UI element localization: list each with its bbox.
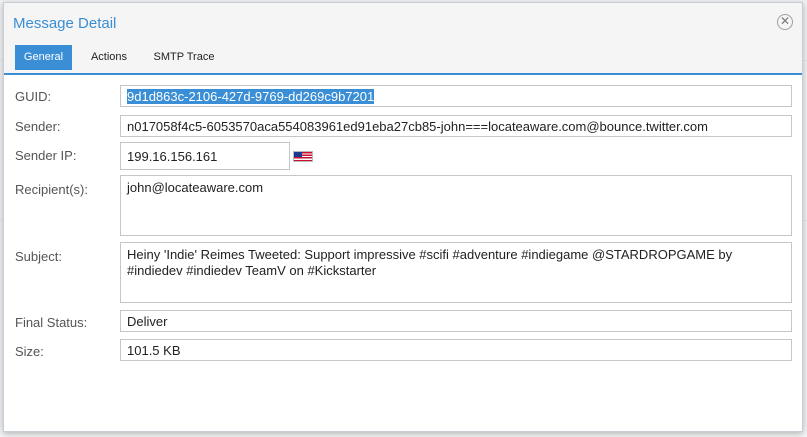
size-field[interactable]: 101.5 KB [120, 339, 792, 361]
size-label: Size: [15, 344, 44, 359]
tab-bar: General Actions SMTP Trace [4, 41, 802, 75]
guid-label: GUID: [15, 89, 52, 104]
sender-ip-label: Sender IP: [15, 148, 77, 163]
guid-value: 9d1d863c-2106-427d-9769-dd269c9b7201 [127, 89, 375, 104]
close-icon[interactable]: ✕ [777, 14, 793, 30]
tab-actions[interactable]: Actions [80, 45, 138, 70]
tab-general[interactable]: General [15, 45, 72, 70]
recipients-label: Recipient(s): [15, 182, 88, 197]
tab-smtp-trace[interactable]: SMTP Trace [146, 45, 222, 70]
final-status-field[interactable]: Deliver [120, 310, 792, 332]
dialog-header: Message Detail ✕ [4, 3, 802, 42]
subject-field[interactable]: Heiny 'Indie' Reimes Tweeted: Support im… [120, 242, 792, 303]
recipients-field[interactable]: john@locateaware.com [120, 175, 792, 236]
sender-ip-field[interactable]: 199.16.156.161 [120, 142, 290, 170]
guid-field[interactable]: 9d1d863c-2106-427d-9769-dd269c9b7201 [120, 85, 792, 107]
message-detail-dialog: Message Detail ✕ General Actions SMTP Tr… [3, 2, 803, 432]
final-status-label: Final Status: [15, 315, 88, 330]
subject-label: Subject: [15, 249, 62, 264]
sender-field[interactable]: n017058f4c5-6053570aca554083961ed91eba27… [120, 115, 792, 137]
us-flag-icon [293, 151, 313, 162]
sender-label: Sender: [15, 119, 61, 134]
dialog-title: Message Detail [13, 15, 117, 32]
